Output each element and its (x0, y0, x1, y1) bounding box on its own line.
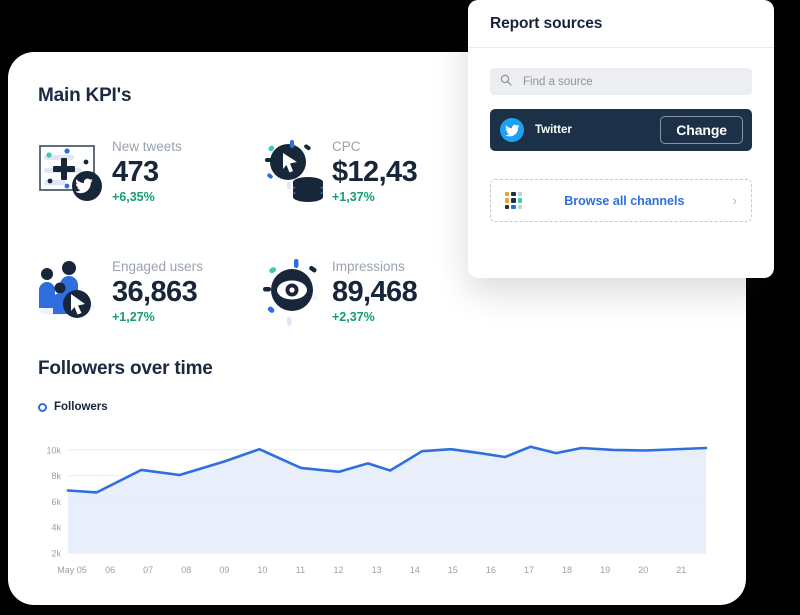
svg-text:14: 14 (410, 565, 420, 575)
svg-text:16: 16 (486, 565, 496, 575)
twitter-icon (500, 118, 524, 142)
report-sources-panel: Report sources Find a source Twitter Cha… (468, 0, 774, 278)
svg-text:20: 20 (638, 565, 648, 575)
kpi-text-group: Engaged users 36,863 +1,27% (112, 244, 203, 327)
svg-text:15: 15 (448, 565, 458, 575)
kpi-delta: +1,37% (332, 190, 375, 205)
svg-text:2k: 2k (51, 549, 61, 559)
kpi-row: New tweets 473 +6,35% CPC $12,43 +1,37% (34, 124, 474, 244)
svg-text:6k: 6k (51, 497, 61, 507)
svg-text:8k: 8k (51, 471, 61, 481)
chart-plot-area: 10k 8k 6k 4k 2k May 05 06 07 08 09 10 11 12 13 14 15 16 1… (38, 429, 718, 579)
kpi-label: Engaged users (112, 259, 203, 274)
svg-text:May 05: May 05 (57, 565, 87, 575)
kpi-card-impressions: Impressions 89,468 +2,37% (254, 244, 474, 364)
kpi-label: CPC (332, 139, 361, 154)
chart-svg: 10k 8k 6k 4k 2k May 05 06 07 08 09 10 11 12 13 14 15 16 1… (46, 445, 708, 575)
impressions-icon (254, 250, 330, 336)
kpi-card-cpc: CPC $12,43 +1,37% (254, 124, 474, 244)
panel-header: Report sources (468, 0, 774, 48)
chart-title: Followers over time (38, 358, 213, 379)
kpi-row: Engaged users 36,863 +1,27% Impressions … (34, 244, 474, 364)
kpi-delta: +1,27% (112, 310, 155, 325)
chevron-right-icon: › (732, 193, 737, 208)
browse-all-channels-button[interactable]: Browse all channels › (490, 179, 752, 222)
search-placeholder: Find a source (523, 75, 593, 88)
page-title: Main KPI's (38, 85, 132, 106)
kpi-delta: +2,37% (332, 310, 375, 325)
kpi-grid: New tweets 473 +6,35% CPC $12,43 +1,37% … (34, 124, 474, 364)
browse-all-channels-label: Browse all channels (564, 193, 685, 208)
kpi-delta: +6,35% (112, 190, 155, 205)
svg-text:17: 17 (524, 565, 534, 575)
kpi-value: $12,43 (332, 155, 418, 188)
svg-text:10: 10 (257, 565, 267, 575)
svg-text:13: 13 (372, 565, 382, 575)
kpi-card-engaged-users: Engaged users 36,863 +1,27% (34, 244, 254, 364)
svg-text:12: 12 (334, 565, 344, 575)
new-tweets-icon (34, 130, 110, 216)
kpi-value: 36,863 (112, 275, 198, 308)
kpi-text-group: CPC $12,43 +1,37% (332, 124, 418, 207)
engaged-users-icon (34, 250, 110, 336)
search-icon (500, 73, 512, 91)
kpi-label: Impressions (332, 259, 405, 274)
kpi-text-group: New tweets 473 +6,35% (112, 124, 182, 207)
svg-text:19: 19 (600, 565, 610, 575)
svg-text:4k: 4k (51, 523, 61, 533)
svg-text:09: 09 (219, 565, 229, 575)
svg-text:21: 21 (676, 565, 686, 575)
svg-text:06: 06 (105, 565, 115, 575)
svg-text:08: 08 (181, 565, 191, 575)
svg-text:07: 07 (143, 565, 153, 575)
svg-text:10k: 10k (46, 445, 61, 455)
kpi-label: New tweets (112, 139, 182, 154)
source-row-twitter[interactable]: Twitter Change (490, 109, 752, 151)
search-input[interactable]: Find a source (490, 68, 752, 95)
followers-chart: Followers 10k 8k 6k 4k 2k May 05 06 07 08 09 10 11 1… (38, 399, 718, 584)
legend-label-followers: Followers (54, 401, 108, 413)
svg-text:18: 18 (562, 565, 572, 575)
change-source-button[interactable]: Change (660, 116, 743, 144)
kpi-value: 473 (112, 155, 159, 188)
svg-text:11: 11 (296, 565, 305, 575)
panel-title: Report sources (490, 14, 603, 32)
legend-marker-followers (38, 402, 47, 412)
kpi-value: 89,468 (332, 275, 418, 308)
kpi-card-new-tweets: New tweets 473 +6,35% (34, 124, 254, 244)
chart-legend[interactable]: Followers (38, 399, 718, 415)
panel-body: Find a source Twitter Change Browse all … (468, 48, 774, 222)
kpi-text-group: Impressions 89,468 +2,37% (332, 244, 418, 327)
source-name: Twitter (535, 124, 572, 136)
cpc-icon (254, 130, 330, 216)
